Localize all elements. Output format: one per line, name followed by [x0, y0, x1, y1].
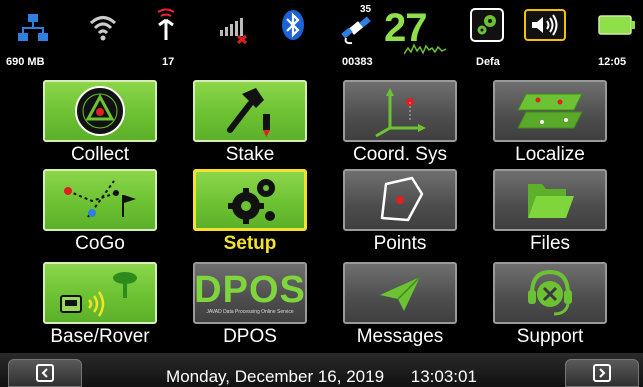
radio-antenna-icon[interactable] [152, 8, 180, 44]
collect-target-icon [75, 86, 125, 136]
wifi-icon[interactable] [88, 12, 118, 42]
tile-files[interactable]: Files [487, 169, 613, 272]
gear-profile-icon[interactable] [470, 8, 504, 42]
axes-icon [375, 88, 426, 138]
dpos-label: DPOS [223, 326, 277, 347]
base-rover-icon [60, 272, 137, 317]
cogo-label: CoGo [75, 233, 125, 254]
date-time-display: Monday, December 16, 2019 13:03:01 [100, 367, 543, 387]
cogo-icon [64, 180, 136, 218]
tile-support[interactable]: Support [487, 262, 613, 365]
localize-planes-icon [517, 93, 583, 129]
tile-cogo[interactable]: CoGo [37, 169, 163, 272]
bluetooth-icon[interactable] [280, 9, 306, 41]
tile-setup[interactable]: Setup [187, 169, 313, 272]
tile-localize[interactable]: Localize [487, 80, 613, 183]
cellular-no-signal-icon[interactable] [218, 12, 250, 44]
dpos-logo-icon: DPOS [194, 268, 306, 311]
tile-messages[interactable]: Messages [337, 262, 463, 365]
signal-count-label: 17 [162, 56, 175, 68]
files-button[interactable] [493, 169, 607, 231]
localize-label: Localize [515, 144, 585, 165]
satellite-counter-label: 00383 [342, 56, 373, 68]
speaker-icon[interactable] [524, 9, 566, 41]
clock-label: 12:05 [598, 56, 627, 68]
setup-label: Setup [223, 233, 277, 254]
current-date: Monday, December 16, 2019 [166, 367, 385, 386]
tile-stake[interactable]: Stake [187, 80, 313, 183]
stake-label: Stake [225, 144, 275, 165]
gears-icon [228, 179, 275, 224]
chevron-right-icon [593, 364, 611, 382]
support-label: Support [516, 326, 584, 347]
base-rover-label: Base/Rover [50, 326, 150, 347]
hammer-stake-icon [227, 88, 270, 137]
collect-label: Collect [70, 144, 130, 165]
points-button[interactable] [343, 169, 457, 231]
tile-collect[interactable]: Collect [37, 80, 163, 183]
profile-label: Defa [476, 56, 500, 68]
status-bar: 690 MB 17 35 00383 27 Defa 12:05 [0, 0, 643, 74]
tile-coord-sys[interactable]: Coord. Sys [337, 80, 463, 183]
points-label: Points [373, 233, 427, 254]
cogo-button[interactable] [43, 169, 157, 231]
setup-button[interactable] [193, 169, 307, 231]
signal-graph-icon [404, 42, 448, 56]
files-label: Files [529, 233, 571, 254]
current-time: 13:03:01 [410, 367, 477, 386]
localize-button[interactable] [493, 80, 607, 142]
coord-sys-button[interactable] [343, 80, 457, 142]
next-page-button[interactable] [565, 359, 639, 387]
stake-button[interactable] [193, 80, 307, 142]
tile-base-rover[interactable]: Base/Rover [37, 262, 163, 365]
satellite-icon[interactable] [340, 10, 374, 46]
previous-page-button[interactable] [8, 359, 82, 387]
points-polygon-icon [380, 176, 424, 222]
network-icon[interactable] [18, 12, 48, 42]
dpos-logo-subtext: JAVAD Data Processing Online Service [206, 308, 294, 315]
folder-icon [528, 184, 574, 218]
memory-label: 690 MB [6, 56, 45, 68]
messages-label: Messages [356, 326, 444, 347]
coord-sys-label: Coord. Sys [353, 144, 447, 165]
collect-button[interactable] [43, 80, 157, 142]
bottom-bar: Monday, December 16, 2019 13:03:01 [0, 353, 643, 387]
support-headset-icon [528, 269, 572, 316]
paper-plane-icon [380, 276, 421, 311]
battery-icon[interactable] [598, 14, 636, 36]
tile-dpos[interactable]: DPOS JAVAD Data Processing Online Servic… [187, 262, 313, 365]
base-rover-button[interactable] [43, 262, 157, 324]
messages-button[interactable] [343, 262, 457, 324]
support-button[interactable] [493, 262, 607, 324]
tile-points[interactable]: Points [337, 169, 463, 272]
dpos-button[interactable]: DPOS JAVAD Data Processing Online Servic… [193, 262, 307, 324]
chevron-left-icon [36, 364, 54, 382]
satellites-top-label: 35 [360, 4, 372, 15]
